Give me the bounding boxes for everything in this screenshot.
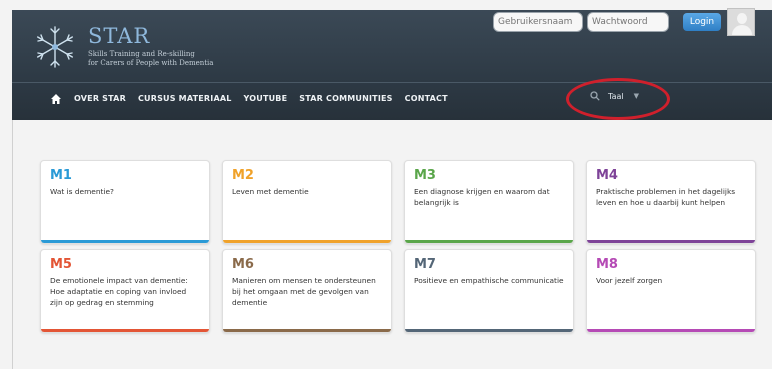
nav-item-over-star[interactable]: OVER STAR	[74, 94, 126, 103]
nav-item-contact[interactable]: CONTACT	[405, 94, 448, 103]
module-title: Manieren om mensen te ondersteunen bij h…	[232, 276, 376, 307]
module-color-bar	[223, 240, 391, 243]
module-title: Positieve en empathische communicatie	[414, 276, 564, 285]
module-code: M1	[50, 168, 72, 183]
login-area: Login	[493, 8, 755, 36]
module-color-bar	[41, 329, 209, 332]
module-card-m2[interactable]: M2 Leven met dementie	[222, 160, 392, 244]
brand-tagline-line2: for Carers of People with Dementia	[88, 59, 214, 67]
module-title: De emotionele impact van dementie: Hoe a…	[50, 276, 188, 307]
module-title: Wat is dementie?	[50, 187, 114, 196]
module-card-m5[interactable]: M5 De emotionele impact van dementie: Ho…	[40, 249, 210, 333]
module-code: M6	[232, 257, 254, 272]
module-title: Voor jezelf zorgen	[596, 276, 663, 285]
module-title: Leven met dementie	[232, 187, 309, 196]
snowflake-logo-icon	[36, 26, 73, 68]
module-card-m3[interactable]: M3 Een diagnose krijgen en waarom dat be…	[404, 160, 574, 244]
left-border	[12, 120, 13, 369]
avatar-head	[737, 13, 747, 24]
module-color-bar	[405, 240, 573, 243]
nav-item-star-communities[interactable]: STAR COMMUNITIES	[299, 94, 392, 103]
module-card-m7[interactable]: M7 Positieve en empathische communicatie	[404, 249, 574, 333]
nav-item-cursus-materiaal[interactable]: CURSUS MATERIAAL	[138, 94, 232, 103]
module-code: M8	[596, 257, 618, 272]
module-card-m4[interactable]: M4 Praktische problemen in het dagelijks…	[586, 160, 756, 244]
module-card-m1[interactable]: M1 Wat is dementie?	[40, 160, 210, 244]
module-color-bar	[587, 329, 755, 332]
avatar-body	[732, 25, 752, 35]
module-code: M4	[596, 168, 618, 183]
password-input[interactable]	[587, 12, 669, 32]
module-title: Een diagnose krijgen en waarom dat belan…	[414, 187, 550, 207]
site-logo[interactable]: STAR Skills Training and Re-skilling for…	[32, 24, 213, 70]
highlight-ring-annotation	[566, 78, 670, 120]
login-button[interactable]: Login	[683, 13, 721, 31]
module-code: M2	[232, 168, 254, 183]
nav-item-youtube[interactable]: YOUTUBE	[244, 94, 288, 103]
module-color-bar	[587, 240, 755, 243]
avatar[interactable]	[727, 8, 755, 36]
username-input[interactable]	[493, 12, 583, 32]
module-color-bar	[41, 240, 209, 243]
module-code: M7	[414, 257, 436, 272]
module-code: M3	[414, 168, 436, 183]
home-icon[interactable]	[50, 93, 62, 105]
module-title: Praktische problemen in het dagelijks le…	[596, 187, 736, 207]
module-color-bar	[405, 329, 573, 332]
brand-tagline-line1: Skills Training and Re-skilling	[88, 50, 195, 58]
module-color-bar	[223, 329, 391, 332]
module-card-m8[interactable]: M8 Voor jezelf zorgen	[586, 249, 756, 333]
brand-name: STAR	[88, 24, 151, 48]
module-card-m6[interactable]: M6 Manieren om mensen te ondersteunen bi…	[222, 249, 392, 333]
module-code: M5	[50, 257, 72, 272]
